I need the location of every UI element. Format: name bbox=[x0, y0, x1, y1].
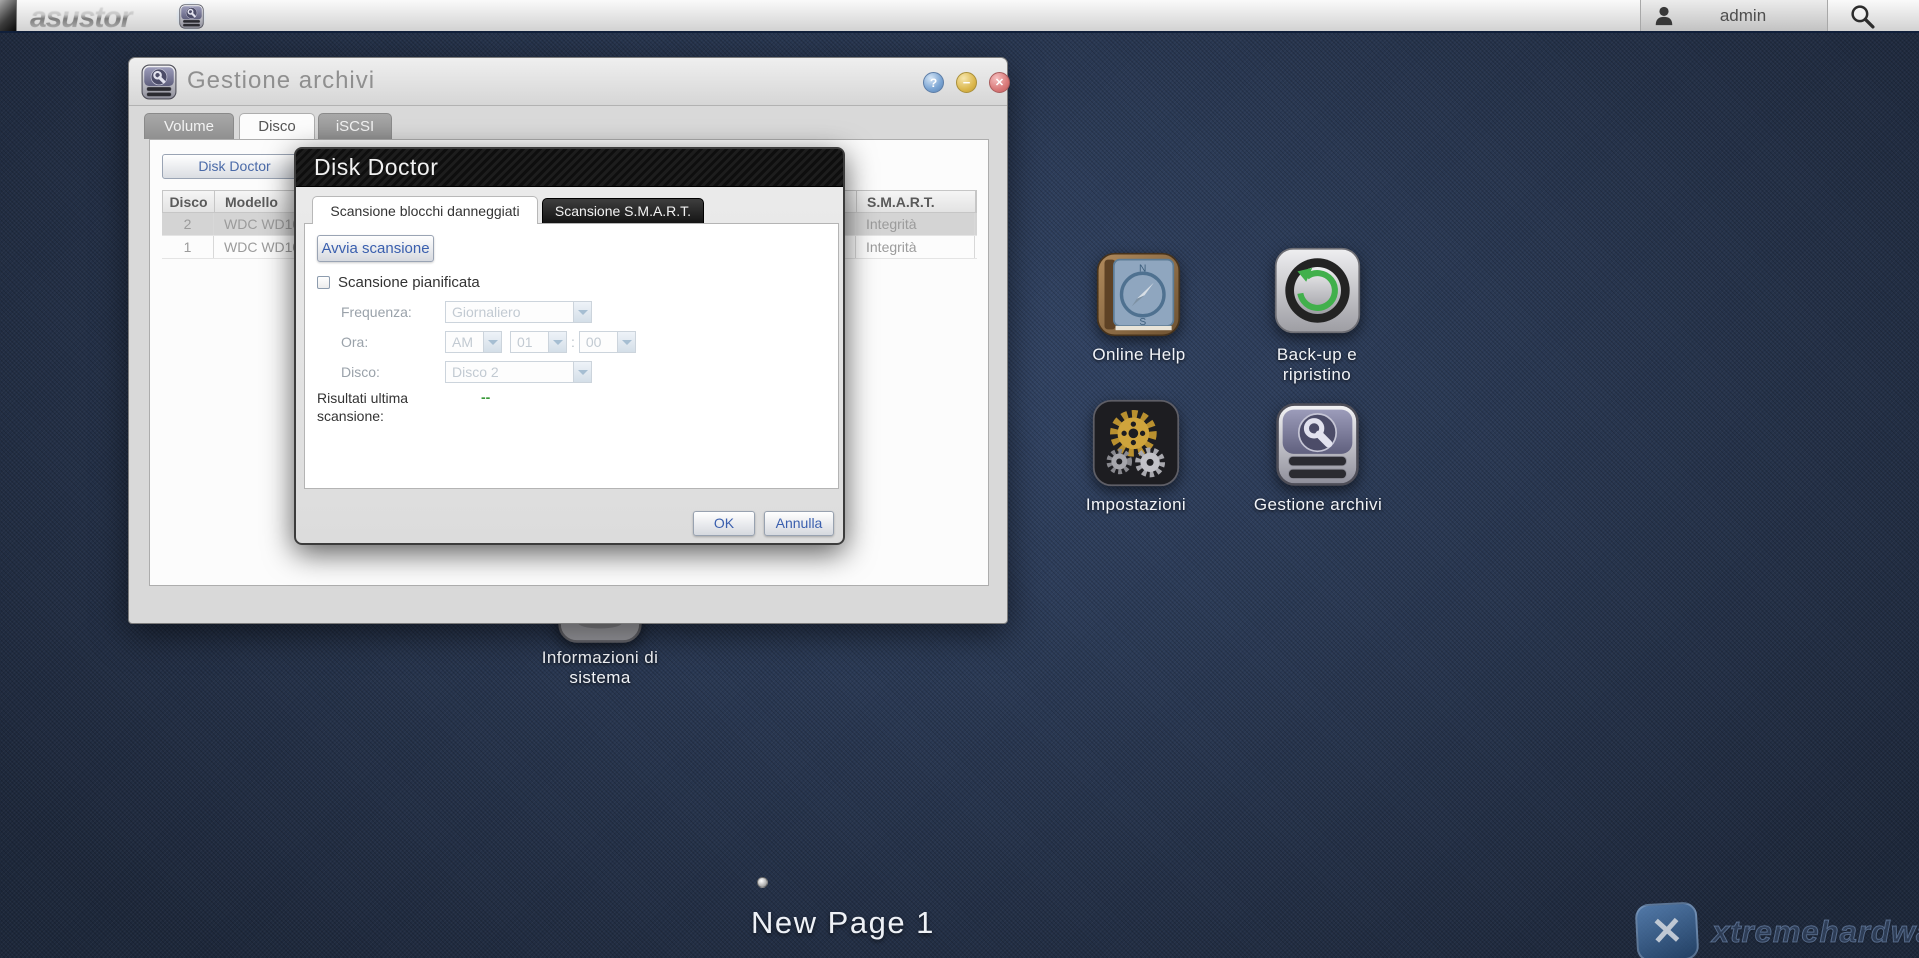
search-icon bbox=[1849, 3, 1876, 30]
header-smart: S.M.A.R.T. bbox=[857, 191, 976, 212]
frequency-row: Frequenza: Giornaliero bbox=[341, 301, 592, 323]
header-disco: Disco bbox=[163, 191, 215, 212]
frequency-label: Frequenza: bbox=[341, 304, 445, 320]
results-value: -- bbox=[481, 389, 490, 425]
storage-manager-window-icon bbox=[141, 64, 177, 100]
minute-value: 00 bbox=[580, 332, 617, 352]
window-help-button[interactable]: ? bbox=[923, 72, 944, 93]
tab-scansione-smart[interactable]: Scansione S.M.A.R.T. bbox=[542, 198, 704, 224]
user-menu-button[interactable]: admin bbox=[1640, 0, 1828, 31]
compass-book-icon: N S bbox=[1096, 252, 1181, 337]
time-label: Ora: bbox=[341, 334, 445, 350]
drive-wrench-icon bbox=[1275, 402, 1360, 487]
cell-disco: 1 bbox=[162, 236, 214, 258]
window-minimize-button[interactable]: − bbox=[956, 72, 977, 93]
chevron-down-icon[interactable] bbox=[548, 332, 566, 352]
desktop-label-impostazioni[interactable]: Impostazioni bbox=[1051, 495, 1221, 515]
scheduled-scan-checkbox[interactable] bbox=[317, 276, 330, 289]
desktop-label-backup-ripristino[interactable]: Back-up e ripristino bbox=[1262, 345, 1372, 385]
time-row: Ora: AM 01 : 00 bbox=[341, 331, 636, 353]
svg-text:N: N bbox=[1139, 264, 1146, 275]
scheduled-scan-label: Scansione pianificata bbox=[338, 274, 480, 291]
disk-doctor-dialog: Disk Doctor Scansione blocchi danneggiat… bbox=[294, 147, 845, 545]
corner-chip bbox=[0, 0, 17, 31]
svg-text:S: S bbox=[1139, 317, 1146, 328]
dialog-content: Avvia scansione Scansione pianificata Fr… bbox=[304, 223, 839, 489]
dialog-title: Disk Doctor bbox=[296, 149, 843, 186]
window-titlebar[interactable]: Gestione archivi ? − ✕ bbox=[129, 58, 1007, 106]
frequency-select[interactable]: Giornaliero bbox=[445, 301, 592, 323]
meridiem-value: AM bbox=[446, 332, 483, 352]
start-scan-button[interactable]: Avvia scansione bbox=[317, 235, 434, 262]
dialog-titlebar[interactable]: Disk Doctor bbox=[296, 149, 843, 187]
disk-label: Disco: bbox=[341, 364, 445, 380]
chevron-down-icon[interactable] bbox=[483, 332, 501, 352]
tab-disco[interactable]: Disco bbox=[239, 113, 315, 139]
ok-button[interactable]: OK bbox=[693, 511, 755, 536]
scheduled-scan-row: Scansione pianificata bbox=[317, 274, 480, 291]
disk-value: Disco 2 bbox=[446, 362, 573, 382]
watermark: ✕ xtremehardware.it bbox=[1636, 903, 1919, 958]
backup-restore-icon bbox=[1274, 247, 1361, 334]
disk-row: Disco: Disco 2 bbox=[341, 361, 592, 383]
results-row: Risultati ultima scansione: -- bbox=[317, 389, 490, 425]
cell-disco: 2 bbox=[162, 213, 214, 235]
desktop-icon-backup-ripristino[interactable] bbox=[1274, 247, 1361, 334]
chevron-down-icon[interactable] bbox=[617, 332, 635, 352]
cell-smart: Integrità bbox=[856, 213, 975, 235]
desktop-icon-impostazioni[interactable] bbox=[1092, 399, 1180, 487]
page-title: New Page 1 bbox=[643, 905, 1043, 941]
user-icon bbox=[1653, 5, 1675, 27]
taskbar-storage-manager-icon[interactable] bbox=[176, 2, 206, 31]
tab-iscsi[interactable]: iSCSI bbox=[318, 113, 392, 139]
page-indicator-dot[interactable] bbox=[757, 877, 768, 888]
hour-value: 01 bbox=[511, 332, 548, 352]
cancel-button[interactable]: Annulla bbox=[764, 511, 834, 536]
desktop-icon-gestione-archivi[interactable] bbox=[1275, 402, 1360, 487]
window-tab-bar: Volume Disco iSCSI bbox=[129, 113, 1007, 139]
meridiem-select[interactable]: AM bbox=[445, 331, 502, 353]
username-label: admin bbox=[1675, 6, 1827, 26]
desktop-icon-online-help[interactable]: N S bbox=[1096, 252, 1181, 337]
chevron-down-icon[interactable] bbox=[573, 362, 591, 382]
window-close-button[interactable]: ✕ bbox=[989, 72, 1010, 93]
desktop-label-online-help[interactable]: Online Help bbox=[1054, 345, 1224, 365]
tab-volume[interactable]: Volume bbox=[144, 113, 234, 139]
frequency-value: Giornaliero bbox=[446, 302, 573, 322]
disk-select[interactable]: Disco 2 bbox=[445, 361, 592, 383]
tab-scansione-blocchi[interactable]: Scansione blocchi danneggiati bbox=[312, 196, 538, 224]
disk-doctor-button[interactable]: Disk Doctor bbox=[162, 154, 307, 179]
gears-icon bbox=[1092, 399, 1180, 487]
xtremehardware-logo-icon: ✕ bbox=[1635, 901, 1700, 958]
window-title: Gestione archivi bbox=[187, 67, 375, 95]
asustor-logo: asustor bbox=[30, 1, 131, 35]
time-separator: : bbox=[571, 334, 575, 350]
hour-select[interactable]: 01 bbox=[510, 331, 567, 353]
desktop: asustor admin bbox=[0, 0, 1919, 958]
search-button[interactable] bbox=[1842, 2, 1882, 30]
desktop-label-informazioni-di-sistema[interactable]: Informazioni di sistema bbox=[525, 648, 675, 688]
desktop-label-gestione-archivi[interactable]: Gestione archivi bbox=[1233, 495, 1403, 515]
top-bar: asustor admin bbox=[0, 0, 1919, 33]
chevron-down-icon[interactable] bbox=[573, 302, 591, 322]
watermark-text: xtremehardware.it bbox=[1712, 914, 1919, 950]
results-label: Risultati ultima scansione: bbox=[317, 389, 453, 425]
drive-wrench-icon bbox=[179, 4, 204, 29]
minute-select[interactable]: 00 bbox=[579, 331, 636, 353]
dialog-tab-bar: Scansione blocchi danneggiati Scansione … bbox=[296, 196, 843, 224]
cell-smart: Integrità bbox=[856, 236, 975, 258]
